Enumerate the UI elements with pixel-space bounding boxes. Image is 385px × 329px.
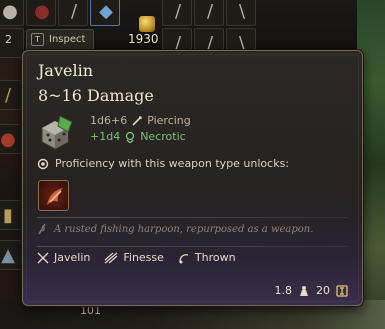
gold-coin-icon — [336, 284, 348, 297]
bonus-damage-row: +1d4 Necrotic — [90, 130, 186, 143]
finesse-icon — [104, 252, 118, 263]
flavor-text: A rusted fishing harpoon, repurposed as … — [54, 223, 314, 235]
gem-icon: ◆ — [99, 1, 113, 22]
armor-icon: ▲ — [1, 245, 15, 266]
dagger-icon: / — [70, 1, 78, 22]
inspect-label: Inspect — [49, 34, 86, 45]
tooltip-divider — [37, 246, 349, 247]
item-value: 20 — [316, 284, 330, 297]
property-label: Thrown — [194, 251, 236, 264]
gold-icon — [139, 16, 155, 32]
weight-icon — [300, 285, 308, 296]
primary-damage-type: Piercing — [147, 114, 191, 127]
keybind-hint: T — [31, 33, 44, 46]
spear-icon: / — [174, 1, 182, 22]
item-weight: 1.8 — [274, 284, 293, 297]
weapon-properties: Javelin Finesse Thrown — [37, 251, 236, 264]
inventory-slot[interactable]: / — [0, 80, 22, 110]
weapon-action-icon — [47, 188, 63, 205]
proficiency-text: Proficiency with this weapon type unlock… — [55, 157, 290, 170]
inventory-slot[interactable]: ● — [26, 0, 56, 26]
food-icon: ● — [34, 1, 50, 22]
item-name: Javelin — [38, 61, 93, 80]
food-icon: ● — [0, 129, 16, 150]
thrown-icon — [179, 253, 189, 263]
scroll-icon: ▮ — [3, 205, 13, 226]
primary-dice: 1d6+6 — [90, 114, 128, 127]
staff-icon: / — [4, 85, 12, 106]
inventory-slot[interactable]: / — [194, 0, 224, 26]
inventory-slot[interactable]: / — [58, 0, 88, 26]
javelin-icon — [37, 252, 49, 263]
proficiency-line: Proficiency with this weapon type unlock… — [37, 157, 289, 170]
inventory-slot[interactable]: ▲ — [0, 240, 22, 270]
inspect-tab[interactable]: T Inspect — [26, 29, 95, 49]
inventory-slot[interactable]: / — [162, 0, 192, 26]
necrotic-icon — [126, 131, 135, 143]
gold-count: 1930 — [128, 32, 159, 46]
property-finesse: Finesse — [104, 251, 164, 264]
damage-dice-icon — [41, 116, 72, 150]
proficiency-icon — [37, 158, 49, 169]
item-damage-range: 8~16 Damage — [38, 86, 154, 105]
inventory-slot[interactable]: \ — [226, 0, 256, 26]
quill-icon — [38, 223, 46, 235]
property-label: Finesse — [123, 251, 164, 264]
property-label: Javelin — [54, 251, 91, 264]
flavor-line: A rusted fishing harpoon, repurposed as … — [37, 223, 313, 235]
property-thrown: Thrown — [178, 251, 236, 264]
tooltip-divider — [37, 217, 349, 218]
property-javelin: Javelin — [37, 251, 90, 264]
slot-stack-count: 2 — [5, 33, 12, 46]
inventory-slot[interactable]: ● — [0, 124, 22, 154]
sword-icon: / — [206, 1, 214, 22]
inventory-slot[interactable]: ● — [0, 0, 24, 26]
bonus-dice: +1d4 — [90, 130, 121, 143]
inventory-slot[interactable] — [0, 28, 24, 58]
item-footer: 1.8 20 — [275, 284, 349, 297]
item-tooltip: Javelin 8~16 Damage 1d6+6 Piercing +1d4 … — [22, 50, 363, 306]
inventory-slot[interactable]: ▮ — [0, 200, 22, 230]
weapon-action-slot[interactable] — [38, 180, 69, 211]
piercing-icon — [132, 115, 142, 126]
primary-damage-row: 1d6+6 Piercing — [90, 114, 191, 127]
bonus-damage-type: Necrotic — [140, 130, 186, 143]
inventory-slot[interactable]: ◆ — [90, 0, 120, 26]
dagger-icon: \ — [238, 1, 246, 22]
potion-icon: ● — [2, 1, 18, 22]
